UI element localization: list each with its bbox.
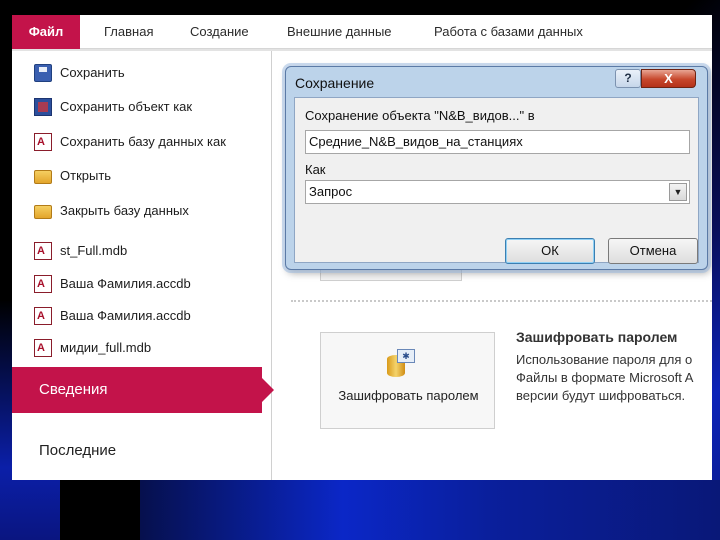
backstage-menu: Сохранить Сохранить объект как Сохранить… [12, 51, 274, 480]
menu-item-label: Закрыть базу данных [60, 203, 189, 218]
menu-item-save-object-as[interactable]: Сохранить объект как [34, 94, 192, 120]
menu-item-save[interactable]: Сохранить [34, 60, 125, 86]
object-type-value: Запрос [309, 184, 353, 199]
encrypt-with-password-button[interactable]: ✱ Зашифровать паролем [320, 332, 495, 429]
description-line: Использование пароля для о [516, 352, 693, 367]
menu-item-recent[interactable]: Последние [39, 442, 116, 459]
tab-create[interactable]: Создание [182, 15, 257, 49]
access-db-icon [34, 133, 52, 151]
as-label: Как [305, 162, 326, 177]
tab-file[interactable]: Файл [12, 15, 80, 49]
menu-item-label: Сохранить объект как [60, 99, 193, 114]
encrypt-section-description: Использование пароля для о Файлы в форма… [516, 351, 712, 405]
description-line: версии будут шифроваться. [516, 388, 686, 403]
menu-item-open[interactable]: Открыть [34, 163, 111, 189]
menu-item-save-database-as[interactable]: Сохранить базу данных как [34, 129, 226, 155]
encrypt-database-icon: ✱ [387, 349, 417, 379]
menu-item-label: Открыть [60, 168, 112, 183]
folder-open-icon [34, 170, 52, 184]
dialog-title: Сохранение [295, 75, 375, 91]
encrypt-button-label: Зашифровать паролем [338, 388, 479, 403]
menu-item-close-database[interactable]: Закрыть базу данных [34, 198, 189, 224]
tab-home[interactable]: Главная [96, 15, 161, 49]
menu-item-label: Сохранить базу данных как [60, 134, 226, 149]
recent-file-item[interactable]: Ваша Фамилия.accdb [34, 271, 191, 297]
access-window: Файл Главная Создание Внешние данные Раб… [12, 15, 712, 480]
recent-file-label: мидии_full.mdb [60, 340, 152, 355]
save-as-dialog: Сохранение ? X Сохранение объекта "N&B_в… [285, 66, 708, 270]
tab-database-tools[interactable]: Работа с базами данных [426, 15, 591, 49]
recent-file-label: Ваша Фамилия.accdb [60, 308, 191, 323]
access-db-icon [34, 339, 52, 357]
dialog-body: Сохранение объекта "N&B_видов..." в Сред… [294, 97, 699, 264]
object-type-select[interactable]: Запрос ▼ [305, 180, 690, 204]
save-object-icon [34, 98, 52, 116]
recent-file-label: Ваша Фамилия.accdb [60, 276, 191, 291]
folder-close-icon [34, 205, 52, 219]
object-name-input[interactable]: Средние_N&B_видов_на_станциях [305, 130, 690, 154]
save-icon [34, 64, 52, 82]
recent-file-item[interactable]: мидии_full.mdb [34, 335, 151, 361]
tab-external-data[interactable]: Внешние данные [279, 15, 400, 49]
menu-item-info[interactable]: Сведения [12, 367, 274, 413]
access-db-icon [34, 242, 52, 260]
help-button[interactable]: ? [615, 69, 641, 88]
encrypt-section-title: Зашифровать паролем [516, 329, 678, 345]
chevron-down-icon[interactable]: ▼ [669, 183, 687, 201]
access-db-icon [34, 307, 52, 325]
recent-file-item[interactable]: st_Full.mdb [34, 238, 127, 264]
ribbon-tabs: Файл Главная Создание Внешние данные Раб… [12, 15, 712, 49]
description-line: Файлы в формате Microsoft A [516, 370, 694, 385]
close-button[interactable]: X [641, 69, 696, 88]
recent-file-label: st_Full.mdb [60, 243, 128, 258]
ok-button[interactable]: ОК [505, 238, 595, 264]
recent-file-item[interactable]: Ваша Фамилия.accdb [34, 303, 191, 329]
access-db-icon [34, 275, 52, 293]
menu-item-label: Сохранить [60, 65, 125, 80]
section-divider [291, 300, 712, 302]
save-object-label: Сохранение объекта "N&B_видов..." в [305, 108, 535, 123]
cancel-button[interactable]: Отмена [608, 238, 698, 264]
